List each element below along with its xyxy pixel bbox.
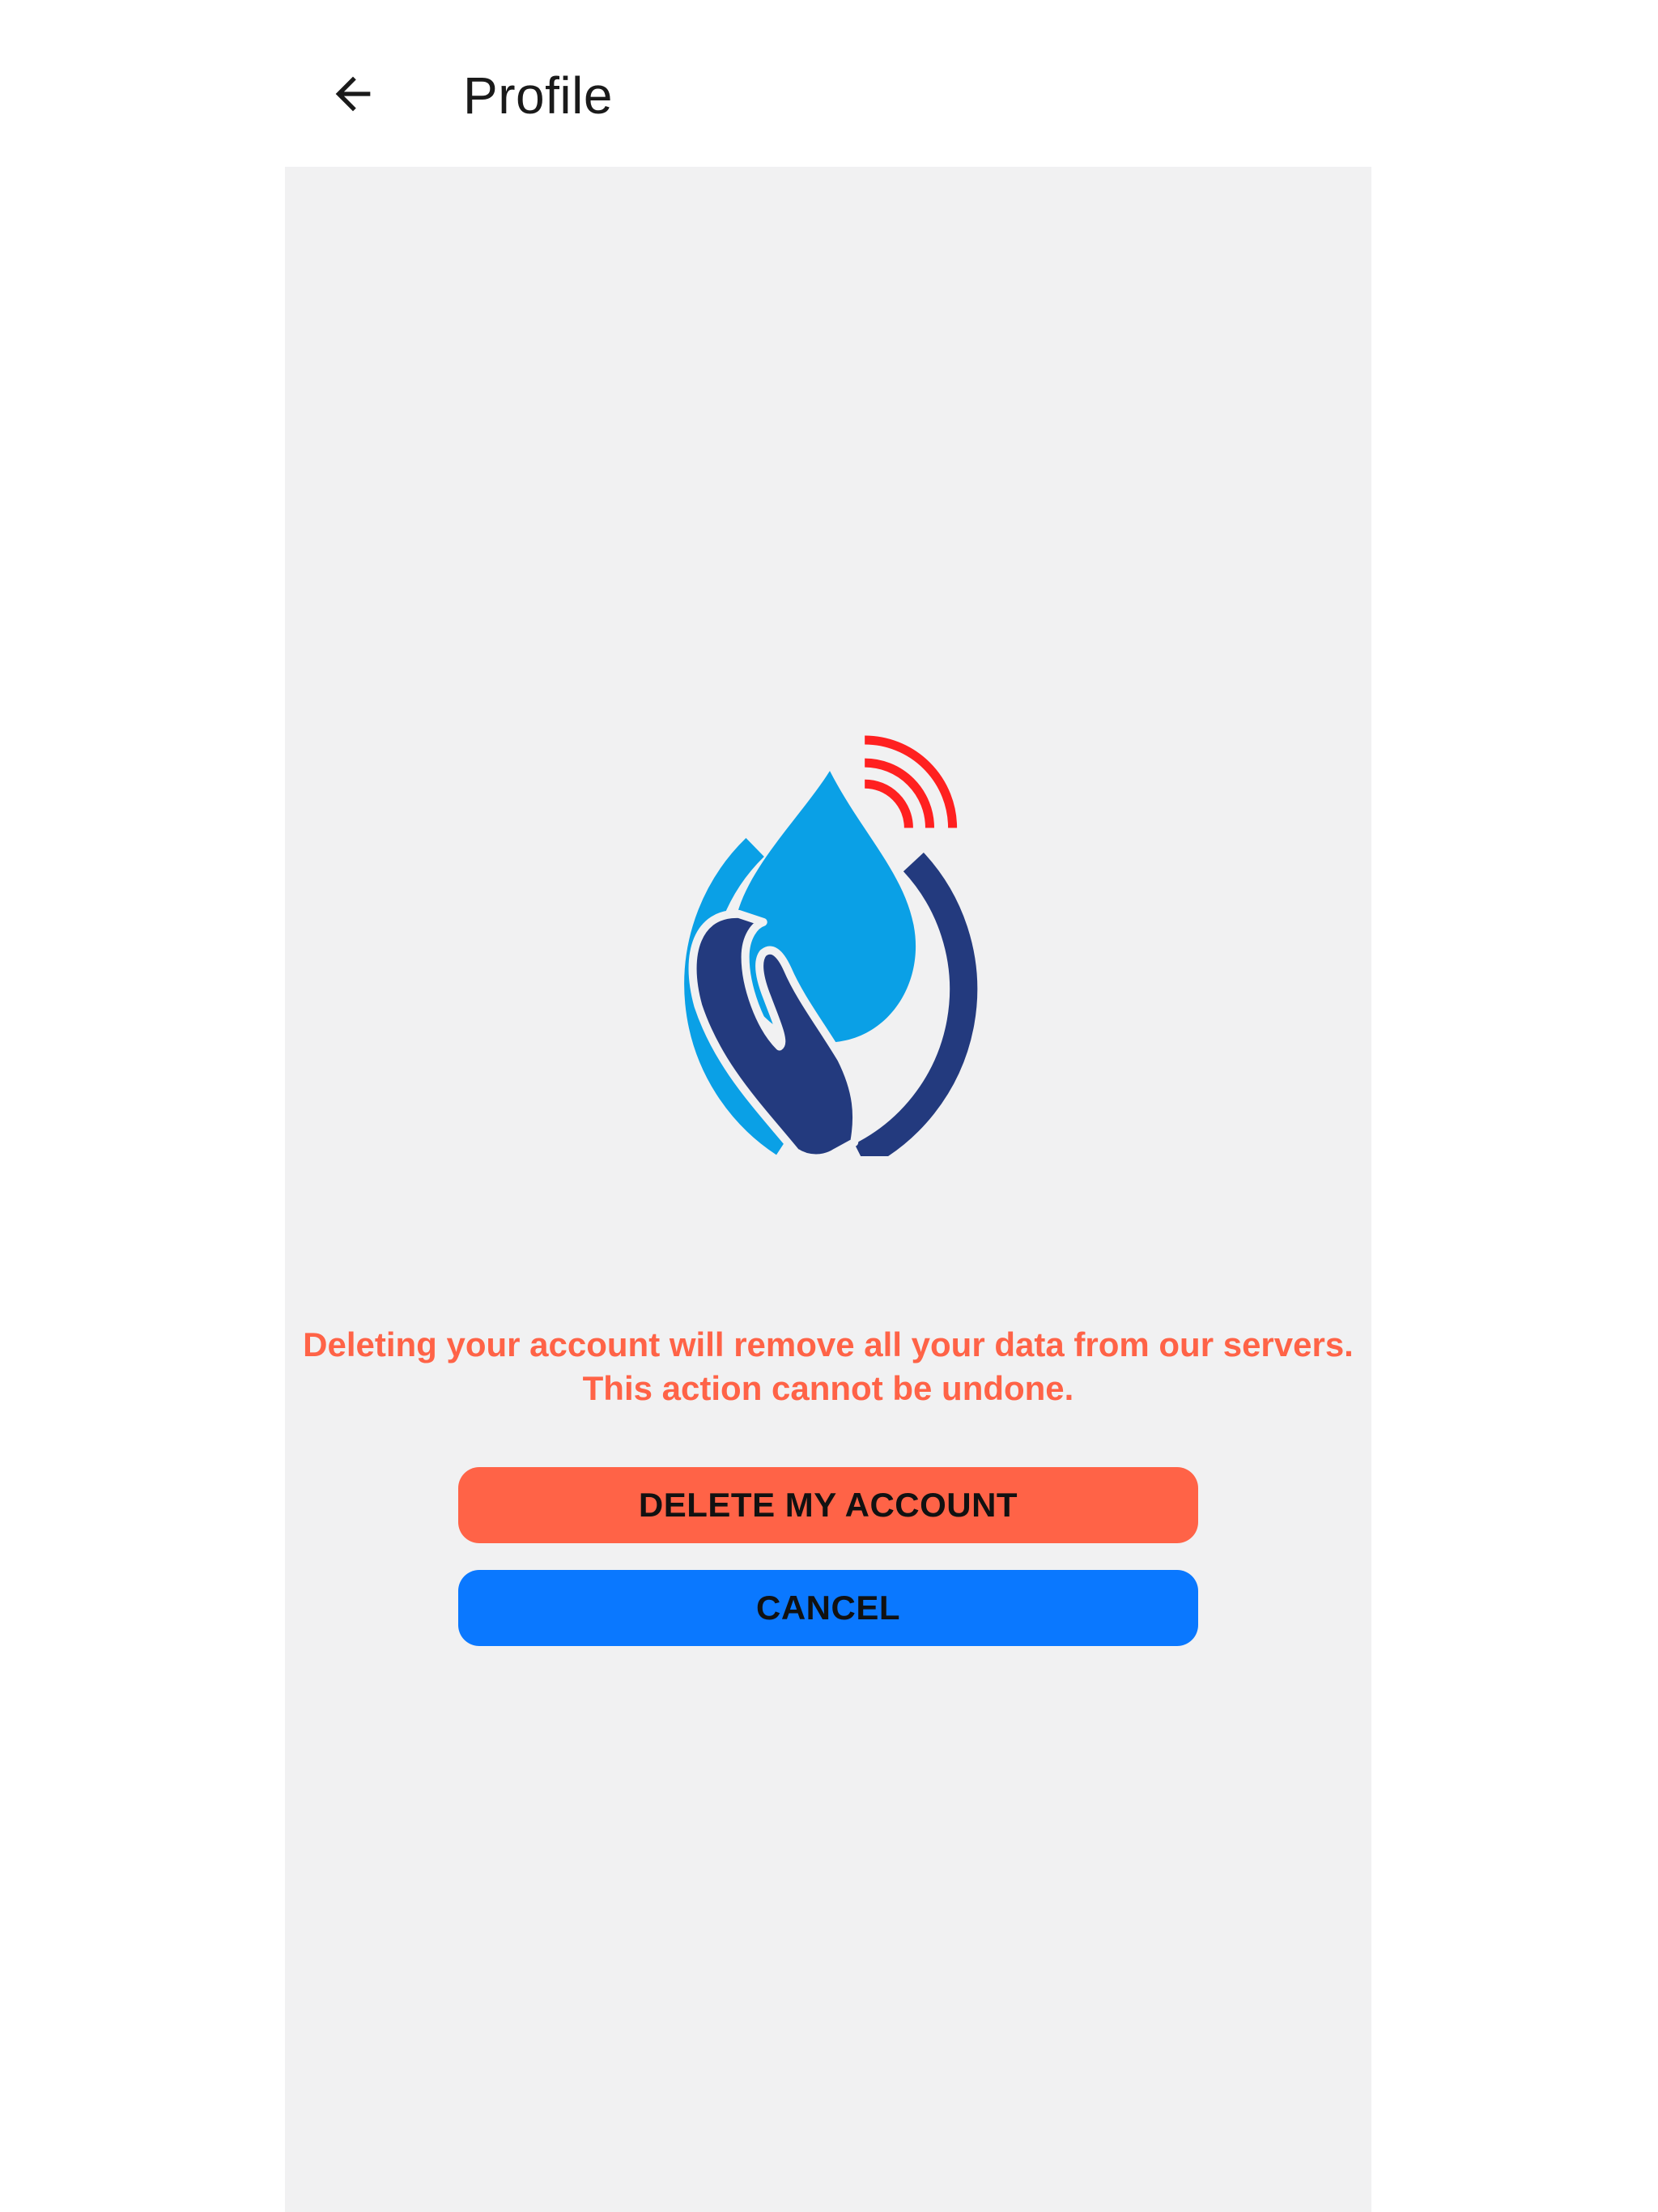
app-header: Profile [0, 0, 1658, 167]
delete-account-button[interactable]: DELETE MY ACCOUNT [458, 1467, 1198, 1543]
content-panel: Deleting your account will remove all yo… [285, 167, 1371, 2212]
delete-warning-text: Deleting your account will remove all yo… [303, 1325, 1354, 1407]
water-drop-hand-logo [684, 735, 978, 1156]
page-title: Profile [463, 66, 613, 125]
cancel-button[interactable]: CANCEL [458, 1570, 1198, 1646]
back-button[interactable] [317, 58, 389, 130]
arrow-left-icon [335, 76, 371, 112]
water-drop-icon [733, 771, 916, 1043]
signal-icon [864, 735, 958, 828]
